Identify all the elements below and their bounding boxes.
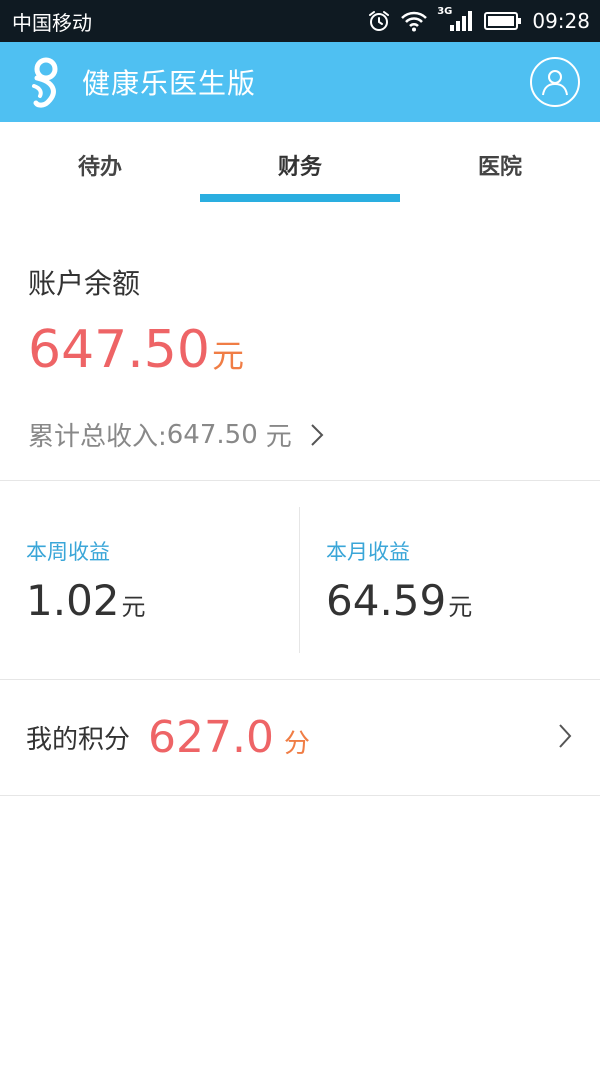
tab-bar: 待办 财务 医院 — [0, 122, 600, 202]
balance-value: 647.50 — [28, 320, 210, 380]
tab-label: 财务 — [277, 155, 322, 180]
tab-finance[interactable]: 财务 — [200, 122, 400, 202]
monthly-earnings-unit: 元 — [448, 593, 473, 621]
total-income-link[interactable]: 累计总收入: 647.50 元 — [28, 416, 324, 453]
my-points-row[interactable]: 我的积分 627.0 分 — [0, 680, 600, 796]
account-balance-section: 账户余额 647.50 元 累计总收入: 647.50 元 — [0, 202, 600, 481]
tab-todo[interactable]: 待办 — [0, 122, 200, 202]
status-time: 09:28 — [532, 9, 590, 33]
balance-unit: 元 — [211, 337, 244, 375]
monthly-earnings-amount: 64.59 元 — [326, 576, 472, 625]
balance-label: 账户余额 — [28, 267, 141, 300]
wifi-icon — [401, 10, 428, 32]
profile-icon — [542, 70, 568, 96]
total-income-value: 647.50 — [166, 419, 258, 450]
tab-label: 待办 — [77, 155, 122, 180]
points-label: 我的积分 — [26, 725, 131, 755]
chevron-right-icon — [558, 723, 572, 753]
monthly-earnings-value: 64.59 — [326, 576, 447, 625]
profile-button[interactable] — [530, 57, 580, 107]
weekly-earnings-unit: 元 — [121, 593, 146, 621]
weekly-earnings-card: 本周收益 1.02 元 — [0, 481, 300, 679]
status-bar: 中国移动 3G 09:28 — [0, 0, 600, 42]
points-unit: 分 — [283, 729, 310, 759]
weekly-earnings-label: 本周收益 — [26, 540, 110, 564]
earnings-section: 本周收益 1.02 元 本月收益 64.59 元 — [0, 481, 600, 680]
app-header: 健康乐医生版 — [0, 42, 600, 122]
app-logo-icon — [28, 56, 68, 108]
weekly-earnings-value: 1.02 — [26, 576, 120, 625]
active-tab-indicator — [200, 194, 400, 202]
app-title: 健康乐医生版 — [82, 67, 257, 100]
monthly-earnings-label: 本月收益 — [326, 540, 410, 564]
total-income-label: 累计总收入: — [28, 422, 167, 452]
tab-label: 医院 — [477, 155, 522, 180]
signal-icon: 3G — [437, 5, 474, 33]
total-income-unit: 元 — [265, 422, 292, 452]
chevron-right-icon — [310, 423, 324, 447]
weekly-earnings-amount: 1.02 元 — [26, 576, 146, 625]
carrier-name: 中国移动 — [12, 10, 92, 35]
battery-icon — [484, 11, 522, 31]
balance-amount: 647.50 元 — [28, 320, 244, 380]
status-icons: 3G 09:28 — [367, 5, 590, 33]
network-type: 3G — [437, 5, 453, 17]
points-value: 627.0 — [148, 712, 274, 763]
tab-hospital[interactable]: 医院 — [400, 122, 600, 202]
alarm-icon — [367, 9, 391, 33]
monthly-earnings-card: 本月收益 64.59 元 — [300, 481, 600, 679]
